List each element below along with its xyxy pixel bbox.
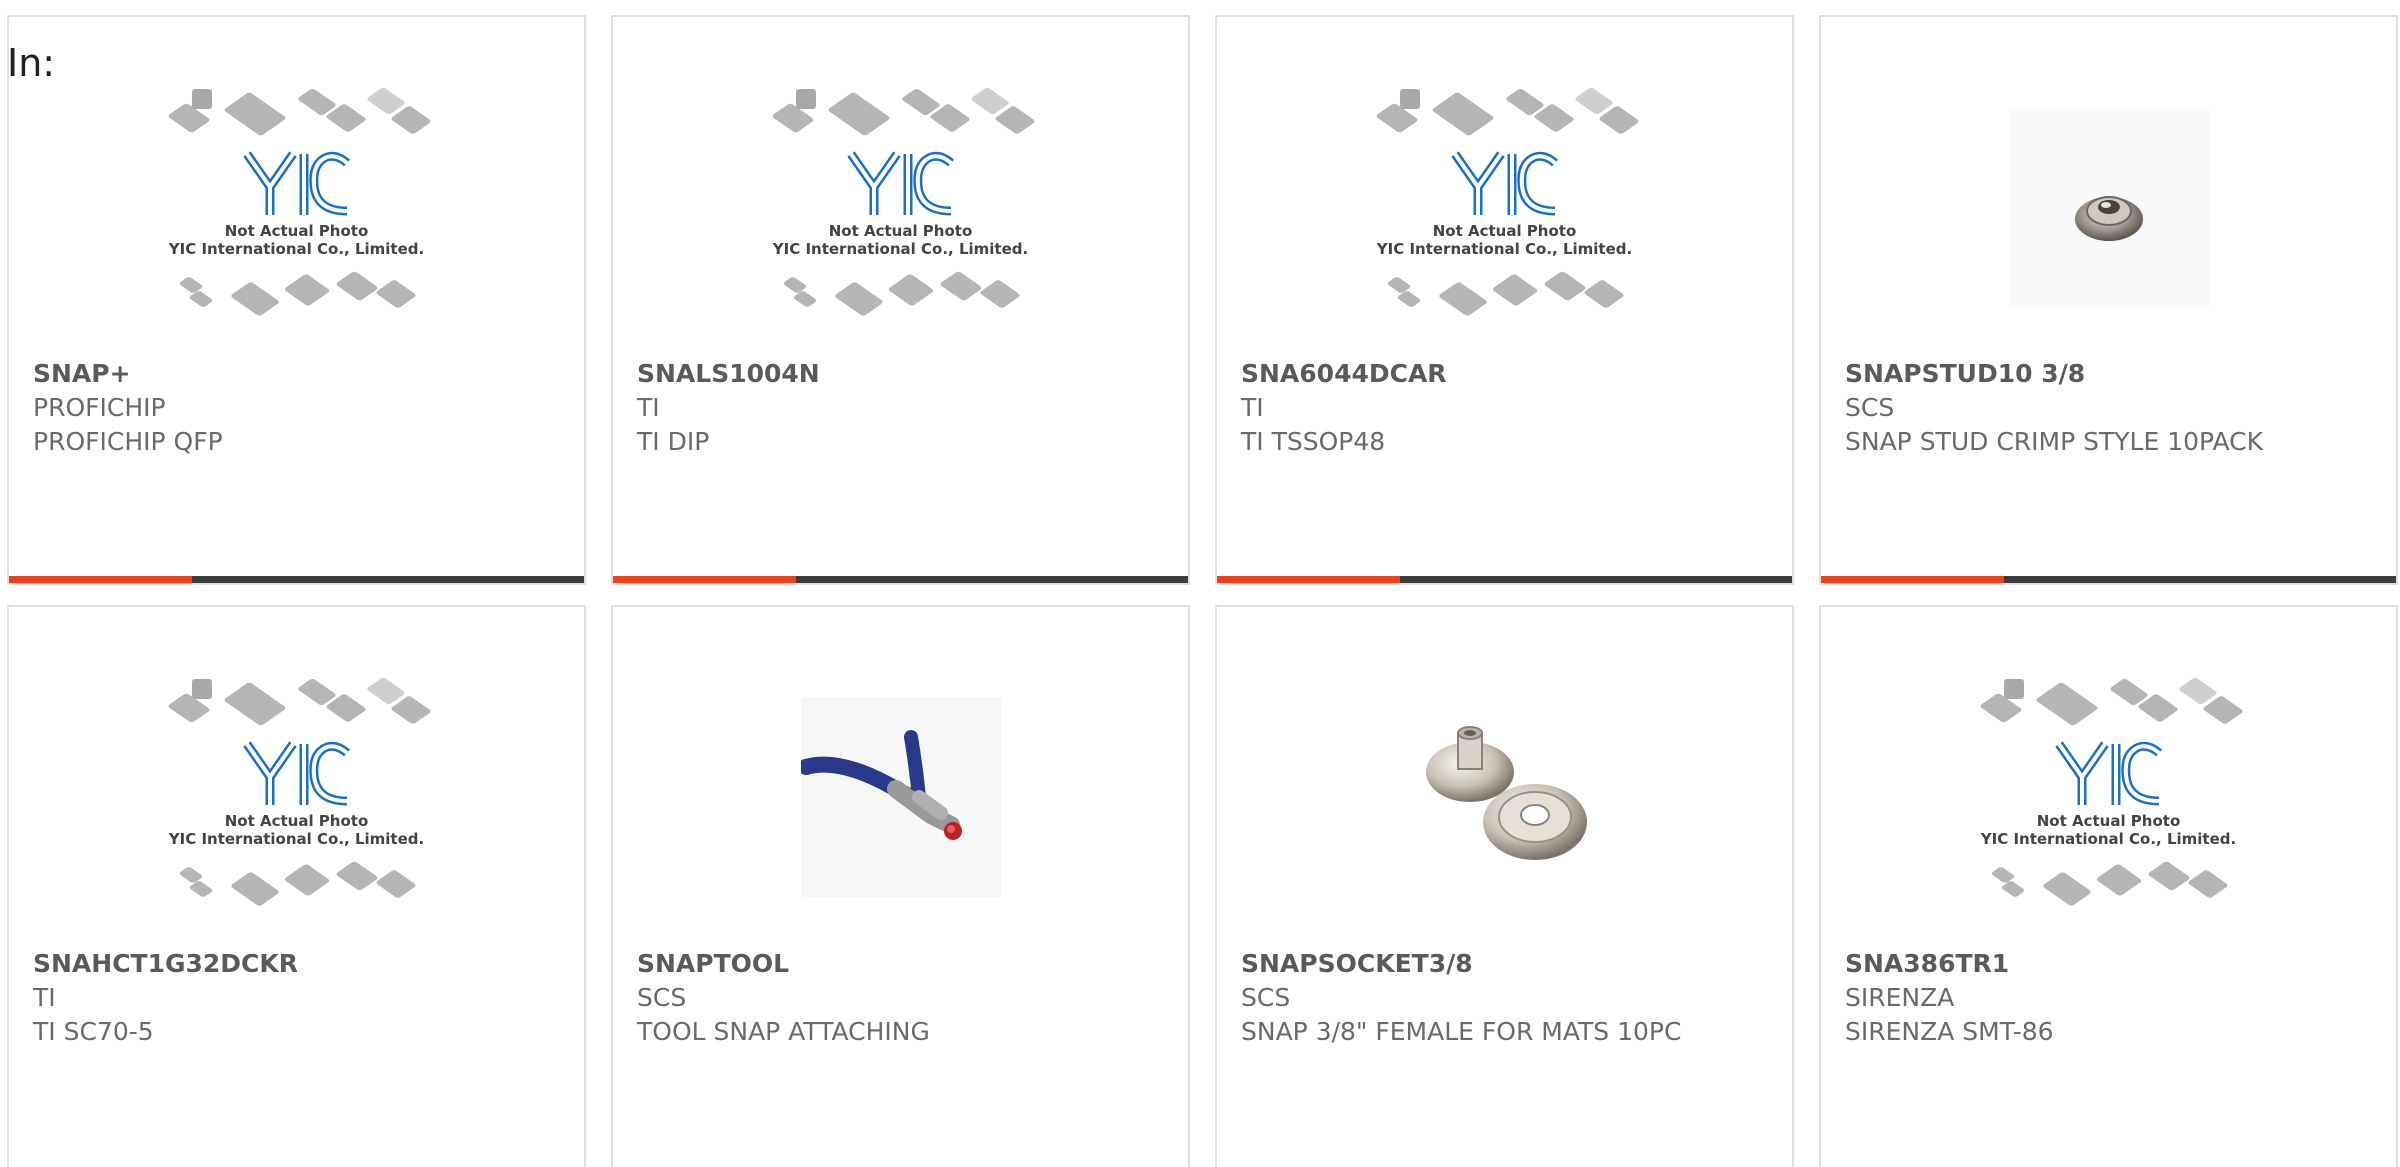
placeholder-company: YIC International Co., Limited. <box>1980 830 2237 848</box>
part-number[interactable]: SNA6044DCAR <box>1241 357 1768 391</box>
manufacturer: TI <box>33 983 56 1012</box>
placeholder-company: YIC International Co., Limited. <box>1376 240 1633 258</box>
placeholder-image: Not Actual Photo YIC International Co., … <box>1370 86 1640 327</box>
product-card[interactable]: Not Actual Photo YIC International Co., … <box>611 15 1190 585</box>
card-bottom-bar <box>9 576 584 583</box>
in-label: In: <box>7 41 56 85</box>
pliers-photo <box>800 697 1001 897</box>
product-image[interactable]: Not Actual Photo YIC International Co., … <box>613 57 1188 357</box>
product-card[interactable]: SNAPSTUD10 3/8 SCS SNAP STUD CRIMP STYLE… <box>1819 15 2398 585</box>
placeholder-company: YIC International Co., Limited. <box>168 830 425 848</box>
product-image[interactable] <box>1217 647 1792 947</box>
placeholder-image: Not Actual Photo YIC International Co., … <box>162 676 432 917</box>
part-number[interactable]: SNA386TR1 <box>1845 947 2372 981</box>
part-number[interactable]: SNAPTOOL <box>637 947 1164 981</box>
card-accent-bar <box>9 576 192 583</box>
part-number[interactable]: SNAPSOCKET3/8 <box>1241 947 1768 981</box>
manufacturer: SCS <box>637 983 687 1012</box>
description: TOOL SNAP ATTACHING <box>637 1017 930 1046</box>
description: TI SC70-5 <box>33 1017 154 1046</box>
part-number[interactable]: SNAHCT1G32DCKR <box>33 947 560 981</box>
card-accent-bar <box>1217 576 1400 583</box>
part-number[interactable]: SNAPSTUD10 3/8 <box>1845 357 2372 391</box>
yic-logo-icon <box>846 151 954 216</box>
description: PROFICHIP QFP <box>33 427 223 456</box>
manufacturer: SCS <box>1241 983 1291 1012</box>
manufacturer: SCS <box>1845 393 1895 422</box>
product-image[interactable]: Not Actual Photo YIC International Co., … <box>1821 647 2396 947</box>
product-card[interactable]: SNAPTOOL SCS TOOL SNAP ATTACHING <box>611 605 1190 1167</box>
card-accent-bar <box>613 576 796 583</box>
product-card[interactable]: Not Actual Photo YIC International Co., … <box>1819 605 2398 1167</box>
manufacturer: PROFICHIP <box>33 393 166 422</box>
placeholder-company: YIC International Co., Limited. <box>168 240 425 258</box>
snap-socket-photo <box>1425 726 1587 860</box>
yic-logo-icon <box>2054 741 2162 806</box>
placeholder-text: Not Actual Photo <box>828 222 973 240</box>
card-bottom-bar <box>613 576 1188 583</box>
manufacturer: TI <box>1241 393 1264 422</box>
snap-stud-photo <box>2008 107 2209 307</box>
product-card[interactable]: Not Actual Photo YIC International Co., … <box>7 15 586 585</box>
yic-logo-icon <box>242 741 350 806</box>
placeholder-text: Not Actual Photo <box>2036 812 2181 830</box>
product-card[interactable]: Not Actual Photo YIC International Co., … <box>1215 15 1794 585</box>
yic-logo-icon <box>1450 151 1558 216</box>
product-image[interactable]: Not Actual Photo YIC International Co., … <box>1217 57 1792 357</box>
yic-logo-icon <box>242 151 350 216</box>
placeholder-image: Not Actual Photo YIC International Co., … <box>766 86 1036 327</box>
placeholder-company: YIC International Co., Limited. <box>772 240 1029 258</box>
description: SIRENZA SMT-86 <box>1845 1017 2054 1046</box>
part-number[interactable]: SNAP+ <box>33 357 560 391</box>
placeholder-image: Not Actual Photo YIC International Co., … <box>162 86 432 327</box>
product-card[interactable]: SNAPSOCKET3/8 SCS SNAP 3/8" FEMALE FOR M… <box>1215 605 1794 1167</box>
description: SNAP 3/8" FEMALE FOR MATS 10PC <box>1241 1017 1682 1046</box>
manufacturer: TI <box>637 393 660 422</box>
manufacturer: SIRENZA <box>1845 983 1955 1012</box>
product-image[interactable]: Not Actual Photo YIC International Co., … <box>9 57 584 357</box>
placeholder-text: Not Actual Photo <box>224 812 369 830</box>
product-image[interactable] <box>1821 57 2396 357</box>
placeholder-text: Not Actual Photo <box>1432 222 1577 240</box>
placeholder-image: Not Actual Photo YIC International Co., … <box>1974 676 2244 917</box>
card-bottom-bar <box>1217 576 1792 583</box>
card-bottom-bar <box>1821 576 2396 583</box>
description: TI DIP <box>637 427 710 456</box>
description: TI TSSOP48 <box>1241 427 1386 456</box>
product-card[interactable]: Not Actual Photo YIC International Co., … <box>7 605 586 1167</box>
product-image[interactable]: Not Actual Photo YIC International Co., … <box>9 647 584 947</box>
card-accent-bar <box>1821 576 2004 583</box>
description: SNAP STUD CRIMP STYLE 10PACK <box>1845 427 2264 456</box>
part-number[interactable]: SNALS1004N <box>637 357 1164 391</box>
product-image[interactable] <box>613 647 1188 947</box>
placeholder-text: Not Actual Photo <box>224 222 369 240</box>
